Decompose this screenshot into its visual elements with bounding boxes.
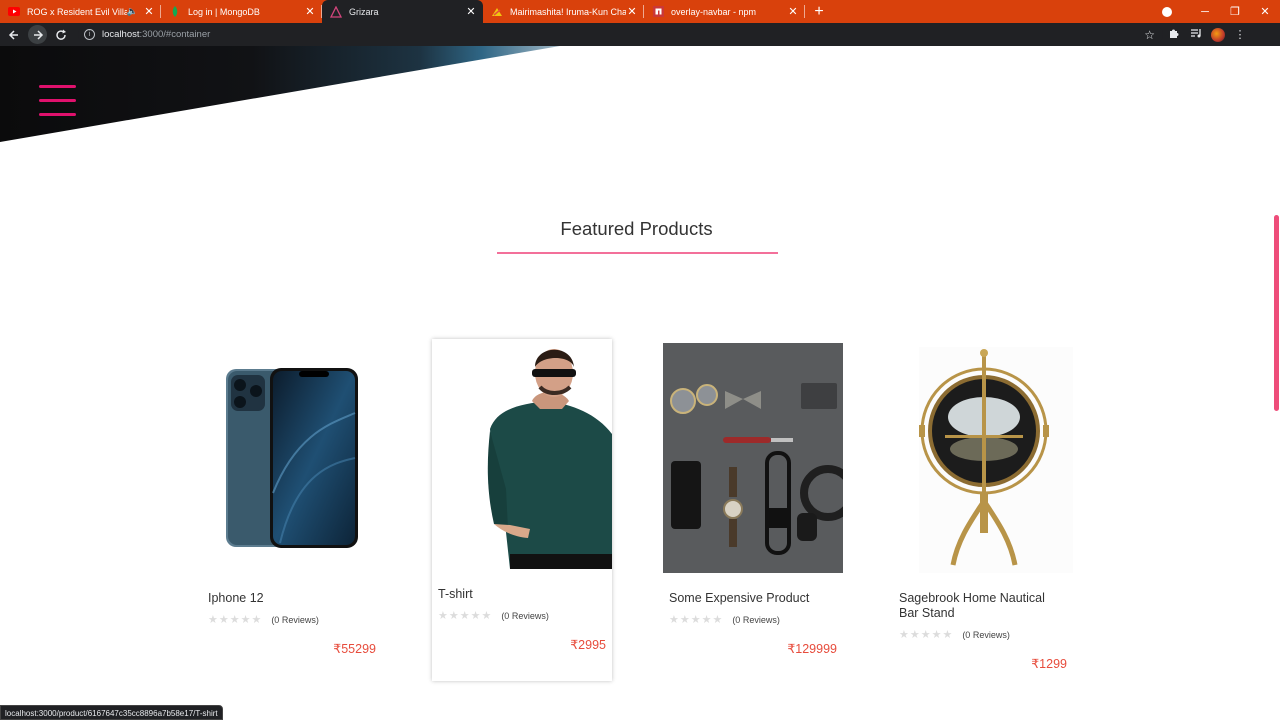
star-rating-icons: ★★★★★: [438, 610, 493, 622]
review-count: (0 Reviews): [732, 614, 780, 625]
close-icon[interactable]: ✕: [787, 5, 799, 18]
tab-title: overlay-navbar - npm: [671, 6, 757, 17]
tab-title: Log in | MongoDB: [188, 6, 260, 17]
reload-icon[interactable]: [50, 23, 72, 46]
youtube-icon: [8, 6, 20, 18]
window-close-button[interactable]: ✕: [1250, 5, 1280, 18]
scrollbar[interactable]: [1274, 46, 1280, 720]
close-icon[interactable]: ✕: [304, 5, 316, 18]
menu-kebab-icon[interactable]: ⋮: [1229, 28, 1251, 41]
section-title: Featured Products: [560, 218, 713, 239]
browser-toolbar: i localhost :3000/#container ☆ ⋮: [0, 23, 1280, 46]
tab-npm[interactable]: overlay-navbar - npm ✕: [644, 0, 805, 23]
tab-iruma-kun[interactable]: Mairimashita! Iruma-Kun Chapte ✕: [483, 0, 644, 23]
product-card[interactable]: Sagebrook Home Nautical Bar Stand ★★★★★ …: [893, 343, 1073, 703]
review-count: (0 Reviews): [271, 614, 319, 625]
info-icon[interactable]: i: [84, 29, 95, 40]
product-name[interactable]: Sagebrook Home Nautical Bar Stand: [899, 591, 1067, 621]
product-rating: ★★★★★ (0 Reviews): [669, 613, 780, 626]
product-image[interactable]: [202, 343, 382, 573]
product-name[interactable]: T-shirt: [438, 587, 606, 602]
close-icon[interactable]: ✕: [143, 5, 155, 18]
product-rating: ★★★★★ (0 Reviews): [899, 628, 1010, 641]
bookmark-star-icon[interactable]: ☆: [1144, 28, 1155, 42]
hamburger-menu-icon[interactable]: [39, 84, 76, 118]
review-count: (0 Reviews): [501, 610, 549, 621]
scrollbar-thumb[interactable]: [1274, 215, 1279, 411]
npm-icon: [652, 6, 664, 18]
tab-title: ROG x Resident Evil Village |: [27, 6, 127, 17]
record-icon[interactable]: [1162, 6, 1172, 17]
speaker-icon[interactable]: 🔈: [127, 6, 138, 17]
close-icon[interactable]: ✕: [626, 5, 638, 18]
url-host: localhost: [102, 29, 140, 40]
manga-icon: [491, 6, 503, 18]
star-rating-icons: ★★★★★: [208, 614, 263, 626]
status-bar-link-preview: localhost:3000/product/6167647c35cc8896a…: [0, 705, 223, 720]
product-price: ₹1299: [1031, 657, 1067, 671]
product-rating: ★★★★★ (0 Reviews): [438, 609, 549, 622]
minimize-button[interactable]: ─: [1190, 6, 1220, 18]
product-price: ₹55299: [333, 642, 376, 656]
tab-mongodb[interactable]: Log in | MongoDB ✕: [161, 0, 322, 23]
product-price: ₹2995: [570, 638, 606, 652]
star-rating-icons: ★★★★★: [669, 614, 724, 626]
star-rating-icons: ★★★★★: [899, 629, 954, 641]
profile-avatar[interactable]: [1211, 27, 1225, 42]
mongodb-leaf-icon: [169, 5, 181, 18]
review-count: (0 Reviews): [962, 629, 1010, 640]
title-underline: [497, 252, 778, 254]
product-price: ₹129999: [787, 642, 837, 656]
web-page: Featured Products Iphone 12 ★★★★★ (0 Rev…: [0, 46, 1280, 720]
product-card[interactable]: Some Expensive Product ★★★★★ (0 Reviews)…: [663, 343, 843, 685]
address-bar[interactable]: i localhost :3000/#container ☆: [78, 25, 1163, 44]
tab-title: Mairimashita! Iruma-Kun Chapte: [510, 6, 626, 17]
tab-title: Grizara: [349, 6, 379, 17]
product-card[interactable]: Iphone 12 ★★★★★ (0 Reviews) ₹55299: [202, 343, 382, 685]
product-name[interactable]: Some Expensive Product: [669, 591, 837, 606]
extensions-puzzle-icon[interactable]: [1163, 27, 1185, 42]
media-queue-icon[interactable]: [1185, 27, 1207, 42]
back-arrow-icon[interactable]: [3, 23, 25, 46]
tab-grizara[interactable]: Grizara ✕: [322, 0, 483, 23]
triangle-icon: [330, 5, 342, 18]
product-image[interactable]: [663, 343, 843, 573]
tab-rog[interactable]: ROG x Resident Evil Village | 🔈 ✕: [0, 0, 161, 23]
product-image[interactable]: [432, 339, 612, 569]
product-rating: ★★★★★ (0 Reviews): [208, 613, 319, 626]
hero-banner-shape: [0, 46, 560, 142]
new-tab-button[interactable]: +: [805, 0, 833, 23]
product-card[interactable]: T-shirt ★★★★★ (0 Reviews) ₹2995: [432, 339, 612, 681]
close-icon[interactable]: ✕: [465, 5, 477, 18]
forward-arrow-icon[interactable]: [28, 25, 47, 44]
tab-strip: ROG x Resident Evil Village | 🔈 ✕ Log in…: [0, 0, 1280, 23]
product-image[interactable]: [893, 343, 1073, 573]
url-path: :3000/#container: [139, 29, 211, 40]
product-name[interactable]: Iphone 12: [208, 591, 376, 606]
restore-button[interactable]: ❐: [1220, 5, 1250, 18]
